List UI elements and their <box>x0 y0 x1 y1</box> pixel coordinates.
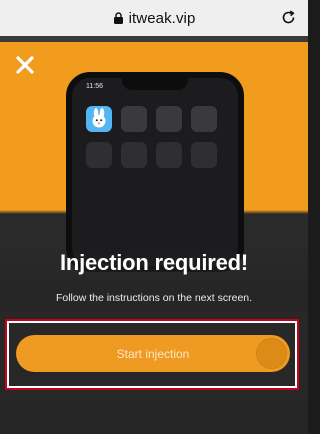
lock-icon <box>113 12 123 24</box>
start-injection-label: Start injection <box>116 346 190 361</box>
reload-icon[interactable] <box>280 9 297 26</box>
app-placeholder <box>86 142 112 168</box>
browser-address-bar[interactable]: itweak.vip <box>0 0 308 37</box>
modal-subtitle: Follow the instructions on the next scre… <box>55 292 253 304</box>
url-display[interactable]: itweak.vip <box>113 10 196 27</box>
app-placeholder <box>121 106 147 132</box>
app-placeholder <box>121 142 147 168</box>
app-placeholder <box>191 106 217 132</box>
app-placeholder <box>156 142 182 168</box>
app-grid <box>86 106 217 168</box>
close-button[interactable] <box>13 53 37 77</box>
phone-illustration: 11:56 <box>66 72 244 272</box>
cta-highlight-box: Start injection <box>5 319 299 390</box>
app-placeholder <box>191 142 217 168</box>
start-injection-button[interactable]: Start injection <box>16 335 290 372</box>
url-text: itweak.vip <box>128 9 196 27</box>
injection-modal: 11:56 Injection required! Follow the ins… <box>0 42 308 434</box>
app-placeholder <box>156 106 182 132</box>
close-icon <box>16 56 34 74</box>
slider-knob[interactable] <box>256 338 287 369</box>
phone-notch <box>122 78 188 90</box>
bunny-app-icon <box>86 106 112 132</box>
phone-time: 11:56 <box>86 83 103 90</box>
modal-title: Injection required! <box>59 250 249 275</box>
